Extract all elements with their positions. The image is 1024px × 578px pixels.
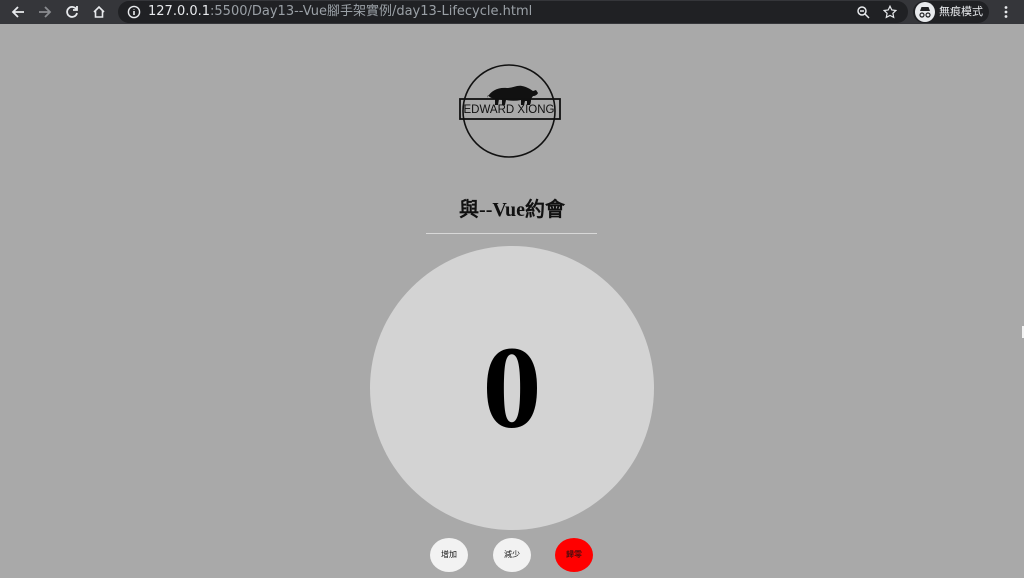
reset-button[interactable]: 歸零 [555, 538, 593, 572]
reload-icon[interactable] [62, 2, 82, 22]
star-icon[interactable] [880, 2, 900, 22]
counter-value: 0 [482, 322, 542, 453]
logo-text: EDWARD XIONG [463, 104, 555, 116]
incognito-icon [915, 2, 935, 22]
zoom-icon[interactable] [853, 2, 873, 22]
url-host: 127.0.0.1 [148, 4, 211, 19]
info-icon[interactable] [124, 2, 144, 22]
add-button[interactable]: 增加 [430, 538, 468, 572]
page-title: 與--Vue約會 [459, 199, 565, 221]
home-icon[interactable] [89, 2, 109, 22]
page-content: EDWARD XIONG 與--Vue約會 0 增加 減少 歸零 [0, 24, 1024, 578]
url-text[interactable]: 127.0.0.1:5500/Day13--Vue腳手架實例/day13-Lif… [148, 3, 532, 20]
subtract-button[interactable]: 減少 [493, 538, 531, 572]
counter-display: 0 [370, 246, 654, 530]
incognito-label: 無痕模式 [939, 5, 983, 18]
back-icon[interactable] [8, 2, 28, 22]
url-path: :5500/Day13--Vue腳手架實例/day13-Lifecycle.ht… [210, 4, 533, 19]
logo: EDWARD XIONG [456, 61, 564, 161]
title-divider [426, 233, 597, 234]
browser-toolbar: 127.0.0.1:5500/Day13--Vue腳手架實例/day13-Lif… [0, 0, 1024, 24]
menu-icon[interactable] [996, 2, 1016, 22]
forward-icon[interactable] [35, 2, 55, 22]
incognito-chip[interactable]: 無痕模式 [913, 1, 989, 23]
